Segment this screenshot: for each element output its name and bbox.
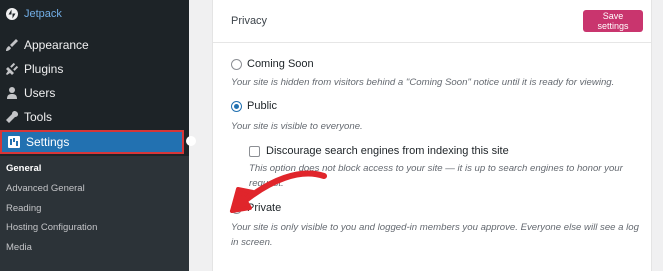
sidebar-item-label: Settings bbox=[26, 135, 70, 149]
sidebar-item-label: Tools bbox=[24, 110, 53, 124]
sidebar-item-label: Appearance bbox=[24, 38, 89, 52]
admin-sidebar: Jetpack Appearance Plugins Users Tools S… bbox=[0, 0, 189, 271]
sidebar-item-label: Users bbox=[24, 86, 56, 100]
sidebar-item-settings[interactable]: Settings bbox=[0, 130, 184, 154]
private-description-cont: in screen. bbox=[231, 237, 273, 248]
discourage-search-description: This option does not block access to you… bbox=[249, 163, 623, 174]
current-page-indicator bbox=[186, 136, 196, 146]
panel-header: Privacy Save settings bbox=[213, 0, 651, 43]
discourage-search-checkbox[interactable] bbox=[249, 146, 260, 157]
plug-icon bbox=[5, 62, 19, 76]
submenu-item-hosting-configuration[interactable]: Hosting Configuration bbox=[6, 222, 97, 233]
private-description: Your site is only visible to you and log… bbox=[231, 222, 639, 233]
panel-title: Privacy bbox=[231, 15, 268, 27]
coming-soon-radio[interactable] bbox=[231, 59, 242, 70]
sidebar-item-jetpack[interactable]: Jetpack bbox=[0, 2, 189, 26]
submenu-item-media[interactable]: Media bbox=[6, 242, 32, 253]
private-label[interactable]: Private bbox=[247, 202, 281, 214]
settings-icon bbox=[7, 135, 21, 149]
users-icon bbox=[5, 86, 19, 100]
submenu-item-general[interactable]: General bbox=[6, 163, 41, 174]
coming-soon-description: Your site is hidden from visitors behind… bbox=[231, 77, 615, 88]
privacy-panel: Privacy Save settings Coming Soon Your s… bbox=[212, 0, 652, 271]
wrench-icon bbox=[5, 110, 19, 124]
sidebar-item-plugins[interactable]: Plugins bbox=[0, 57, 189, 81]
sidebar-item-users[interactable]: Users bbox=[0, 81, 189, 105]
jetpack-icon bbox=[5, 7, 19, 21]
submenu-item-reading[interactable]: Reading bbox=[6, 203, 41, 214]
paintbrush-icon bbox=[5, 38, 19, 52]
discourage-search-description-cont: request. bbox=[249, 178, 284, 189]
sidebar-item-appearance[interactable]: Appearance bbox=[0, 33, 189, 57]
discourage-search-label[interactable]: Discourage search engines from indexing … bbox=[266, 145, 509, 157]
save-settings-button[interactable]: Save settings bbox=[583, 10, 643, 32]
private-radio[interactable] bbox=[231, 203, 242, 214]
sidebar-item-tools[interactable]: Tools bbox=[0, 105, 189, 129]
public-radio[interactable] bbox=[231, 101, 242, 112]
submenu-item-advanced-general[interactable]: Advanced General bbox=[6, 183, 85, 194]
public-description: Your site is visible to everyone. bbox=[231, 121, 363, 132]
settings-submenu: General Advanced General Reading Hosting… bbox=[0, 156, 189, 271]
coming-soon-label[interactable]: Coming Soon bbox=[247, 58, 314, 70]
sidebar-item-label: Jetpack bbox=[24, 8, 62, 20]
public-label[interactable]: Public bbox=[247, 100, 277, 112]
sidebar-item-label: Plugins bbox=[24, 62, 64, 76]
